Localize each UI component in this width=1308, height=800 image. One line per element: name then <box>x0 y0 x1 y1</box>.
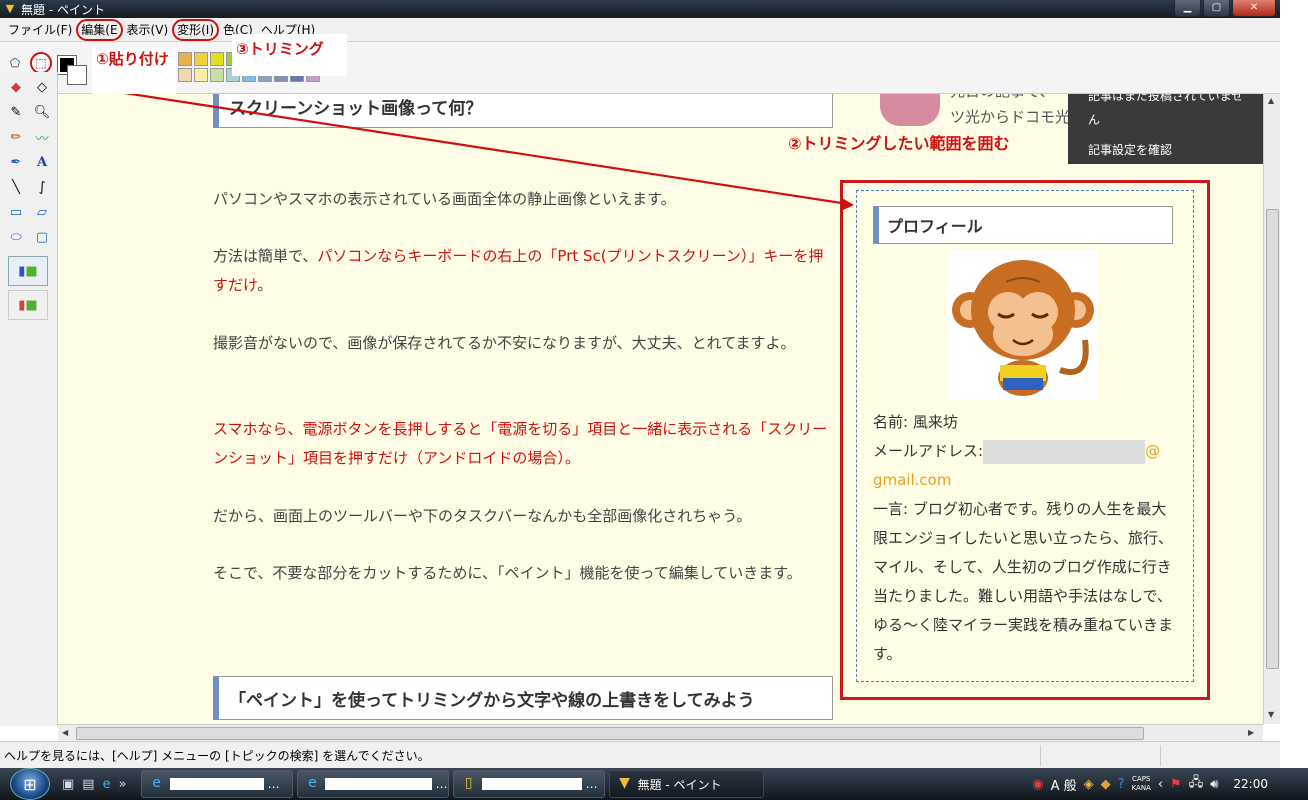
kana-label: KANA <box>1131 784 1151 792</box>
annotation-arrow <box>123 94 854 211</box>
help-icon[interactable]: ? <box>1118 777 1125 792</box>
toolbox: ◆ ◇ ✎ 🔍︎ ✏ 〰 ✒ A ╲ ∫ ▭ ▱ ⬭ ▢ ▮ ■ ▮ ■ <box>0 72 58 726</box>
quick-launch: ▣ ▤ e » <box>62 777 127 792</box>
ime-indicator[interactable]: A 般 <box>1051 775 1077 794</box>
annotation-paste: ①貼り付け <box>96 50 169 68</box>
eraser-icon[interactable]: ◆ <box>4 76 28 98</box>
color-swatch[interactable] <box>210 68 224 82</box>
menu-edit[interactable]: 編集(E <box>76 18 123 41</box>
background-color[interactable] <box>67 65 87 85</box>
task-doc[interactable]: ▯… <box>452 770 605 798</box>
scroll-down-icon[interactable]: ▼ <box>1268 710 1274 719</box>
annotation-trim: ③トリミング <box>236 40 324 58</box>
color-swatch[interactable] <box>178 52 192 66</box>
caps-kana-indicator: CAPS KANA <box>1132 775 1151 793</box>
system-tray: ◉ A 般 ◈ ◆ ? CAPS KANA ‹ ⚑ 🖧︎ 🔊︎ 22:00 <box>1032 768 1308 800</box>
menu-view[interactable]: 表示(V) <box>123 18 173 42</box>
scroll-up-icon[interactable]: ▲ <box>1268 96 1274 105</box>
overflow-chevron-icon[interactable]: » <box>119 777 127 792</box>
taskbar: ⊞ ▣ ▤ e » e… e… ▯… ▼ 無題 - ペイント ◉ A 般 ◈ ◆ … <box>0 768 1308 800</box>
ime-dict-icon[interactable]: ◆ <box>1101 777 1111 792</box>
opaque-option-icon[interactable]: ▮ ■ <box>8 256 48 286</box>
minimize-button[interactable]: ▁ <box>1174 0 1201 17</box>
picker-icon[interactable]: ✎ <box>4 101 28 123</box>
close-button[interactable]: ✕ <box>1232 0 1276 17</box>
color-swatch[interactable] <box>194 52 208 66</box>
magnifier-icon[interactable]: 🔍︎ <box>30 101 54 123</box>
text-icon[interactable]: A <box>30 151 54 173</box>
status-text: ヘルプを見るには、[ヘルプ] メニューの [トピックの検索] を選んでください。 <box>4 748 430 763</box>
show-desktop-icon[interactable]: ▣ <box>62 777 74 792</box>
line-icon[interactable]: ╲ <box>4 176 28 198</box>
fill-icon[interactable]: ◇ <box>30 76 54 98</box>
status-divider <box>1160 745 1161 766</box>
color-bar: ⬠ ⬚ <box>0 42 1280 94</box>
color-swatch[interactable] <box>178 68 192 82</box>
menu-bar: ファイル(F) 編集(E 表示(V) 変形(I) 色(C) ヘルプ(H) <box>0 18 1280 42</box>
task-title-redacted <box>325 778 432 790</box>
task-title-redacted <box>169 778 264 790</box>
paint-app-icon: ▼ <box>5 2 15 15</box>
menu-file[interactable]: ファイル(F) <box>4 18 76 42</box>
airbrush-icon[interactable]: ✒ <box>4 151 28 173</box>
color-swatch[interactable] <box>210 52 224 66</box>
scroll-right-icon[interactable]: ▶ <box>1248 728 1254 737</box>
status-bar: ヘルプを見るには、[ヘルプ] メニューの [トピックの検索] を選んでください。 <box>0 741 1280 768</box>
task-ie-1[interactable]: e… <box>140 770 293 798</box>
pencil-icon[interactable]: ✏ <box>4 126 28 148</box>
rect-select-icon[interactable]: ⬚ <box>30 52 52 74</box>
brush-icon[interactable]: 〰 <box>30 126 54 148</box>
ellipse-icon[interactable]: ⬭ <box>4 226 28 248</box>
transparent-option-icon[interactable]: ▮ ■ <box>8 290 48 320</box>
menu-transform[interactable]: 変形(I) <box>172 18 220 41</box>
horizontal-scrollbar[interactable]: ◀ ▶ <box>58 724 1263 741</box>
status-divider <box>1040 745 1041 766</box>
tray-expand-icon[interactable]: ‹ <box>1158 777 1163 792</box>
ie-icon: e <box>152 775 161 791</box>
ime-tool-icon[interactable]: ◈ <box>1084 777 1094 792</box>
document-icon: ▯ <box>464 775 473 791</box>
paint-canvas[interactable]: スクリーンショット画像って何？ 先日の記事で、 ツ光からドコモ光に回線を変 記事… <box>58 94 1263 724</box>
window-switch-icon[interactable]: ▤ <box>82 777 94 792</box>
start-button[interactable]: ⊞ <box>10 768 50 800</box>
paint-app-icon: ▼ <box>619 775 630 791</box>
maximize-button[interactable]: ▢ <box>1203 0 1230 17</box>
vertical-scroll-thumb[interactable] <box>1266 209 1279 669</box>
antivirus-icon[interactable]: ◉ <box>1032 777 1043 792</box>
caps-label: CAPS <box>1132 775 1151 783</box>
rounded-rect-icon[interactable]: ▢ <box>30 226 54 248</box>
polygon-icon[interactable]: ▱ <box>30 201 54 223</box>
task-title-redacted <box>481 778 582 790</box>
curve-icon[interactable]: ∫ <box>30 176 54 198</box>
vertical-scrollbar[interactable]: ▲ ▼ <box>1263 94 1280 724</box>
free-select-icon[interactable]: ⬠ <box>4 52 26 74</box>
volume-icon[interactable]: 🔊︎ <box>1210 777 1218 792</box>
horizontal-scroll-thumb[interactable] <box>76 727 1144 740</box>
remove-hardware-icon[interactable]: ⚑ <box>1170 777 1182 792</box>
window-title: 無題 - ペイント <box>21 2 105 17</box>
title-bar: ▼ 無題 - ペイント ▁ ▢ ✕ <box>0 0 1280 18</box>
task-paint-label: 無題 - ペイント <box>637 777 722 792</box>
color-swatch[interactable] <box>194 68 208 82</box>
network-icon[interactable]: 🖧︎ <box>1189 773 1204 795</box>
ie-icon: e <box>308 775 317 791</box>
rectangle-icon[interactable]: ▭ <box>4 201 28 223</box>
window-controls: ▁ ▢ ✕ <box>1174 0 1276 17</box>
ie-icon[interactable]: e <box>103 777 111 792</box>
task-ie-2[interactable]: e… <box>296 770 449 798</box>
task-paint[interactable]: ▼ 無題 - ペイント <box>608 770 764 798</box>
clock[interactable]: 22:00 <box>1233 777 1268 791</box>
scroll-left-icon[interactable]: ◀ <box>62 728 68 737</box>
